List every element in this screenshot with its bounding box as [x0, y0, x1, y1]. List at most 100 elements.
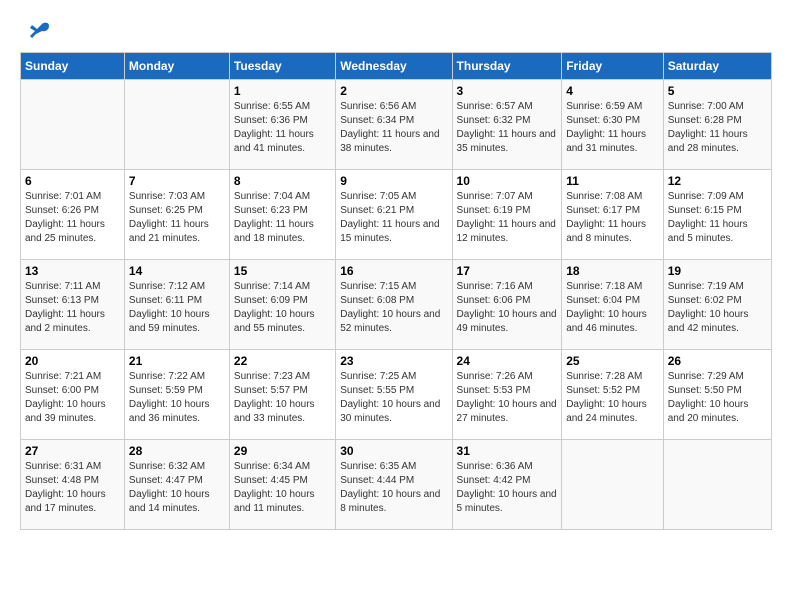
calendar-day-cell: 15 Sunrise: 7:14 AMSunset: 6:09 PMDayligh…: [229, 260, 335, 350]
calendar-day-cell: 2 Sunrise: 6:56 AMSunset: 6:34 PMDaylight…: [336, 80, 452, 170]
calendar-day-cell: 6 Sunrise: 7:01 AMSunset: 6:26 PMDaylight…: [21, 170, 125, 260]
day-info: Sunrise: 7:09 AMSunset: 6:15 PMDaylight:…: [668, 190, 767, 246]
day-number: 16: [340, 264, 447, 278]
day-number: 5: [668, 84, 767, 98]
day-number: 31: [457, 444, 558, 458]
day-info: Sunrise: 6:56 AMSunset: 6:34 PMDaylight:…: [340, 100, 447, 156]
calendar-day-cell: 22 Sunrise: 7:23 AMSunset: 5:57 PMDayligh…: [229, 350, 335, 440]
day-number: 8: [234, 174, 331, 188]
day-number: 4: [566, 84, 659, 98]
day-number: 13: [25, 264, 120, 278]
day-number: 27: [25, 444, 120, 458]
day-info: Sunrise: 7:18 AMSunset: 6:04 PMDaylight:…: [566, 280, 659, 336]
day-number: 19: [668, 264, 767, 278]
calendar-day-cell: 26 Sunrise: 7:29 AMSunset: 5:50 PMDayligh…: [663, 350, 771, 440]
col-header-friday: Friday: [562, 53, 664, 80]
day-number: 9: [340, 174, 447, 188]
day-number: 24: [457, 354, 558, 368]
calendar-day-cell: 1 Sunrise: 6:55 AMSunset: 6:36 PMDaylight…: [229, 80, 335, 170]
calendar-day-cell: 10 Sunrise: 7:07 AMSunset: 6:19 PMDayligh…: [452, 170, 562, 260]
day-number: 7: [129, 174, 225, 188]
day-info: Sunrise: 7:22 AMSunset: 5:59 PMDaylight:…: [129, 370, 225, 426]
day-number: 26: [668, 354, 767, 368]
day-number: 1: [234, 84, 331, 98]
day-number: 21: [129, 354, 225, 368]
day-info: Sunrise: 6:35 AMSunset: 4:44 PMDaylight:…: [340, 460, 447, 516]
calendar-week-row: 6 Sunrise: 7:01 AMSunset: 6:26 PMDaylight…: [21, 170, 772, 260]
day-info: Sunrise: 6:36 AMSunset: 4:42 PMDaylight:…: [457, 460, 558, 516]
day-number: 29: [234, 444, 331, 458]
logo-bird-icon: [22, 20, 50, 42]
calendar-day-cell: 13 Sunrise: 7:11 AMSunset: 6:13 PMDayligh…: [21, 260, 125, 350]
calendar-day-cell: 8 Sunrise: 7:04 AMSunset: 6:23 PMDaylight…: [229, 170, 335, 260]
day-info: Sunrise: 7:16 AMSunset: 6:06 PMDaylight:…: [457, 280, 558, 336]
day-number: 30: [340, 444, 447, 458]
day-info: Sunrise: 7:12 AMSunset: 6:11 PMDaylight:…: [129, 280, 225, 336]
day-number: 11: [566, 174, 659, 188]
day-info: Sunrise: 7:07 AMSunset: 6:19 PMDaylight:…: [457, 190, 558, 246]
day-info: Sunrise: 7:08 AMSunset: 6:17 PMDaylight:…: [566, 190, 659, 246]
col-header-saturday: Saturday: [663, 53, 771, 80]
calendar-day-cell: 14Sunrise: 7:12 AMSunset: 6:11 PMDayligh…: [124, 260, 229, 350]
calendar-day-cell: 9 Sunrise: 7:05 AMSunset: 6:21 PMDaylight…: [336, 170, 452, 260]
day-number: 22: [234, 354, 331, 368]
calendar-day-cell: [124, 80, 229, 170]
day-info: Sunrise: 6:31 AMSunset: 4:48 PMDaylight:…: [25, 460, 120, 516]
day-info: Sunrise: 6:32 AMSunset: 4:47 PMDaylight:…: [129, 460, 225, 516]
calendar-day-cell: 31 Sunrise: 6:36 AMSunset: 4:42 PMDayligh…: [452, 440, 562, 530]
calendar-day-cell: 28 Sunrise: 6:32 AMSunset: 4:47 PMDayligh…: [124, 440, 229, 530]
calendar-day-cell: 7 Sunrise: 7:03 AMSunset: 6:25 PMDaylight…: [124, 170, 229, 260]
calendar-day-cell: 21 Sunrise: 7:22 AMSunset: 5:59 PMDayligh…: [124, 350, 229, 440]
day-info: Sunrise: 7:11 AMSunset: 6:13 PMDaylight:…: [25, 280, 120, 336]
calendar-day-cell: 27 Sunrise: 6:31 AMSunset: 4:48 PMDayligh…: [21, 440, 125, 530]
day-info: Sunrise: 7:26 AMSunset: 5:53 PMDaylight:…: [457, 370, 558, 426]
calendar-day-cell: 25Sunrise: 7:28 AMSunset: 5:52 PMDayligh…: [562, 350, 664, 440]
page-header: [20, 20, 772, 42]
day-number: 15: [234, 264, 331, 278]
calendar-day-cell: 17Sunrise: 7:16 AMSunset: 6:06 PMDayligh…: [452, 260, 562, 350]
calendar-day-cell: 16 Sunrise: 7:15 AMSunset: 6:08 PMDayligh…: [336, 260, 452, 350]
day-info: Sunrise: 7:21 AMSunset: 6:00 PMDaylight:…: [25, 370, 120, 426]
calendar-day-cell: [663, 440, 771, 530]
calendar-day-cell: 23Sunrise: 7:25 AMSunset: 5:55 PMDayligh…: [336, 350, 452, 440]
col-header-wednesday: Wednesday: [336, 53, 452, 80]
calendar-day-cell: 29 Sunrise: 6:34 AMSunset: 4:45 PMDayligh…: [229, 440, 335, 530]
day-number: 2: [340, 84, 447, 98]
day-info: Sunrise: 7:03 AMSunset: 6:25 PMDaylight:…: [129, 190, 225, 246]
col-header-sunday: Sunday: [21, 53, 125, 80]
day-info: Sunrise: 6:57 AMSunset: 6:32 PMDaylight:…: [457, 100, 558, 156]
day-info: Sunrise: 6:55 AMSunset: 6:36 PMDaylight:…: [234, 100, 331, 156]
calendar-header-row: SundayMondayTuesdayWednesdayThursdayFrid…: [21, 53, 772, 80]
day-info: Sunrise: 7:23 AMSunset: 5:57 PMDaylight:…: [234, 370, 331, 426]
col-header-monday: Monday: [124, 53, 229, 80]
day-number: 18: [566, 264, 659, 278]
day-info: Sunrise: 7:15 AMSunset: 6:08 PMDaylight:…: [340, 280, 447, 336]
calendar-day-cell: 3Sunrise: 6:57 AMSunset: 6:32 PMDaylight…: [452, 80, 562, 170]
calendar-day-cell: 12Sunrise: 7:09 AMSunset: 6:15 PMDayligh…: [663, 170, 771, 260]
calendar-day-cell: 4Sunrise: 6:59 AMSunset: 6:30 PMDaylight…: [562, 80, 664, 170]
day-number: 20: [25, 354, 120, 368]
calendar-table: SundayMondayTuesdayWednesdayThursdayFrid…: [20, 52, 772, 530]
day-info: Sunrise: 6:34 AMSunset: 4:45 PMDaylight:…: [234, 460, 331, 516]
calendar-day-cell: 20 Sunrise: 7:21 AMSunset: 6:00 PMDayligh…: [21, 350, 125, 440]
day-info: Sunrise: 7:00 AMSunset: 6:28 PMDaylight:…: [668, 100, 767, 156]
calendar-week-row: 20 Sunrise: 7:21 AMSunset: 6:00 PMDayligh…: [21, 350, 772, 440]
day-info: Sunrise: 7:04 AMSunset: 6:23 PMDaylight:…: [234, 190, 331, 246]
calendar-day-cell: [562, 440, 664, 530]
day-info: Sunrise: 7:14 AMSunset: 6:09 PMDaylight:…: [234, 280, 331, 336]
day-number: 28: [129, 444, 225, 458]
calendar-day-cell: 24 Sunrise: 7:26 AMSunset: 5:53 PMDayligh…: [452, 350, 562, 440]
col-header-thursday: Thursday: [452, 53, 562, 80]
day-info: Sunrise: 7:05 AMSunset: 6:21 PMDaylight:…: [340, 190, 447, 246]
day-number: 10: [457, 174, 558, 188]
calendar-week-row: 13 Sunrise: 7:11 AMSunset: 6:13 PMDayligh…: [21, 260, 772, 350]
day-number: 6: [25, 174, 120, 188]
calendar-day-cell: 5 Sunrise: 7:00 AMSunset: 6:28 PMDaylight…: [663, 80, 771, 170]
calendar-day-cell: 11 Sunrise: 7:08 AMSunset: 6:17 PMDayligh…: [562, 170, 664, 260]
col-header-tuesday: Tuesday: [229, 53, 335, 80]
day-info: Sunrise: 7:19 AMSunset: 6:02 PMDaylight:…: [668, 280, 767, 336]
logo: [20, 20, 50, 42]
calendar-week-row: 1 Sunrise: 6:55 AMSunset: 6:36 PMDaylight…: [21, 80, 772, 170]
day-info: Sunrise: 7:29 AMSunset: 5:50 PMDaylight:…: [668, 370, 767, 426]
day-info: Sunrise: 7:01 AMSunset: 6:26 PMDaylight:…: [25, 190, 120, 246]
